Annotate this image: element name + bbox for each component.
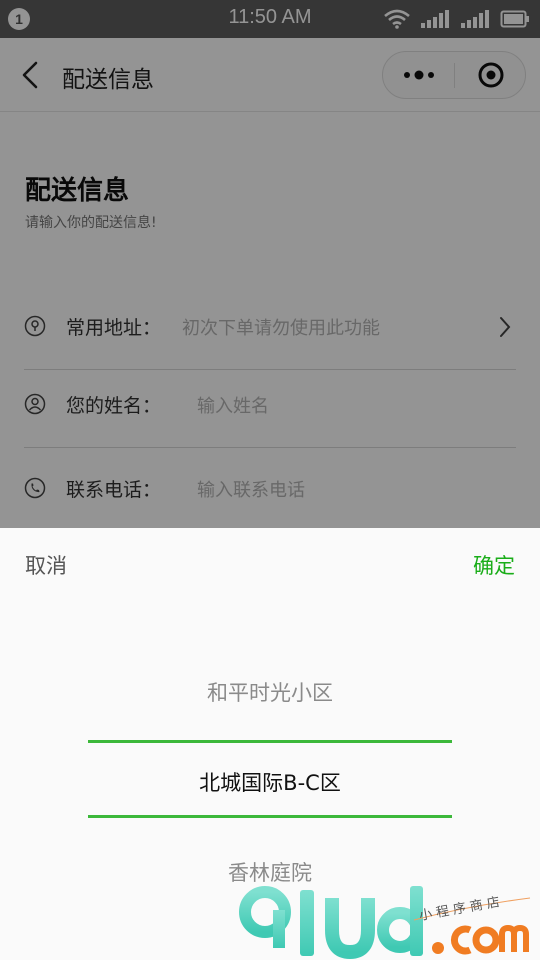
picker-option[interactable]: 香林庭院 — [0, 857, 540, 887]
watermark-logo: 小 程 序 商 店 — [239, 886, 531, 960]
cancel-button[interactable]: 取消 — [25, 550, 67, 580]
svg-text:小 程 序 商 店: 小 程 序 商 店 — [418, 895, 501, 924]
confirm-button[interactable]: 确定 — [473, 550, 515, 580]
picker-option[interactable]: 和平时光小区 — [0, 677, 540, 707]
picker-option-selected[interactable]: 北城国际B-C区 — [0, 767, 540, 797]
selection-line-top — [88, 740, 452, 743]
modal-mask[interactable] — [0, 0, 540, 528]
selection-line-bottom — [88, 815, 452, 818]
